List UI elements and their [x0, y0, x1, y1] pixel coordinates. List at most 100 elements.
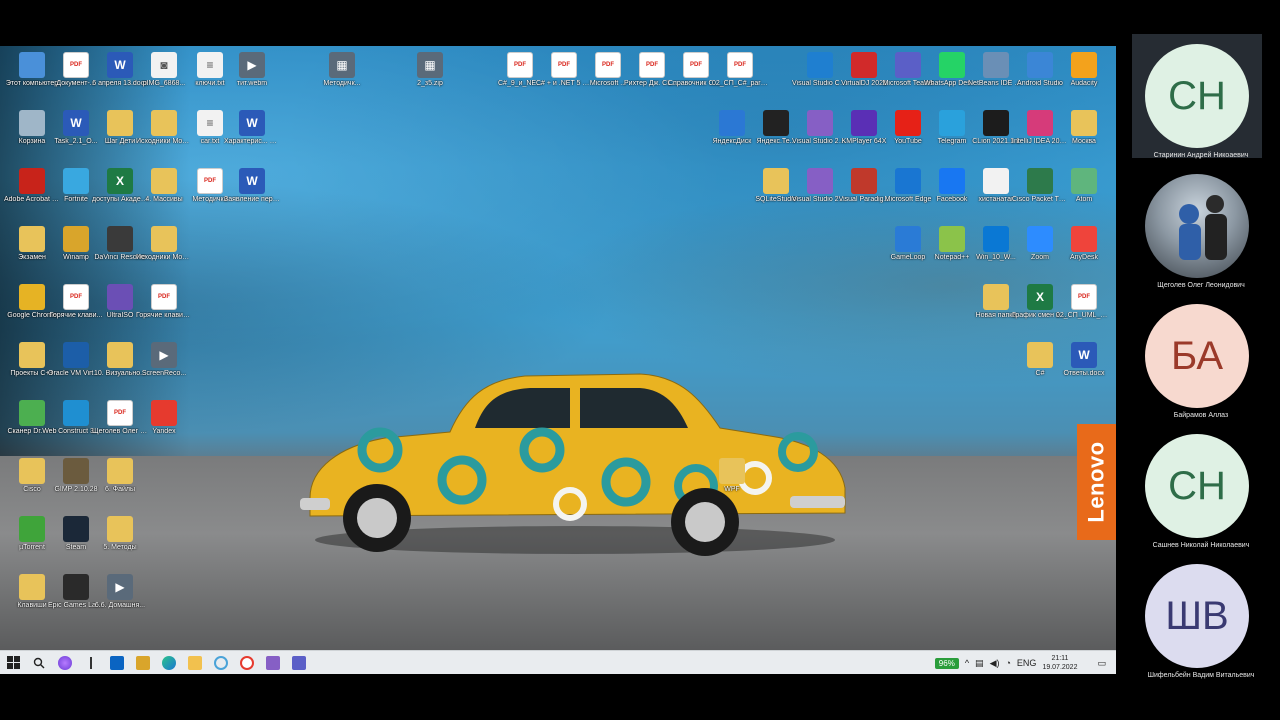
acrobat-icon [19, 168, 45, 194]
desktop-icon[interactable]: ▦ Методичк... [313, 48, 371, 106]
desktop-icon[interactable]: ▦ 2_з5.zip [401, 48, 459, 106]
folder-icon [19, 342, 45, 368]
desktop-icon-label: Yandex [152, 428, 176, 435]
vscode-icon [807, 52, 833, 78]
photo-icon: ◙ [151, 52, 177, 78]
outlook-icon[interactable] [104, 651, 130, 675]
participant-tile[interactable]: СН Сашнев Николай Николаевич [1132, 424, 1262, 549]
battery-indicator[interactable]: 96% [934, 657, 959, 669]
virtualdj-icon [851, 52, 877, 78]
word-icon: W [1071, 342, 1097, 368]
wallpaper-yellow-car [300, 373, 846, 556]
participant-name: Щеголев Олег Леонидович [1157, 282, 1245, 289]
desktop-icon[interactable]: 5. Методы [91, 512, 149, 570]
speaker-icon[interactable]: ◀) [990, 658, 1000, 669]
participant-tile[interactable]: БА Байрамов Аллаз [1132, 294, 1262, 419]
visual-studio-icon[interactable] [260, 651, 286, 675]
folder-icon [1027, 342, 1053, 368]
clock[interactable]: 21:11 19.07.2022 [1042, 654, 1077, 672]
zoom-icon [1027, 226, 1053, 252]
drweb-icon [19, 400, 45, 426]
intellij-icon [1027, 110, 1053, 136]
gimp-icon [63, 458, 89, 484]
desktop[interactable]: Lenovo Этот компьютер PDF Документ-... W 6 а… [0, 46, 1116, 650]
desktop-icon[interactable]: PDF 02_СП_UML_ОР_4... [1055, 280, 1113, 338]
participant-photo [1145, 174, 1249, 278]
clock-date: 19.07.2022 [1042, 664, 1078, 671]
desktop-icon[interactable]: WPF [703, 454, 761, 512]
desktop-icon[interactable]: ▶ тит.webm [223, 48, 281, 106]
word-icon: W [107, 52, 133, 78]
desktop-icon-label: 5. Методы [103, 544, 137, 551]
pdf-icon: PDF [639, 52, 665, 78]
desktop-icon[interactable]: ▶ ScreenReco... [135, 338, 193, 396]
search-icon[interactable] [26, 651, 52, 675]
pdf-icon: PDF [595, 52, 621, 78]
participant-initials: СН [1168, 73, 1226, 118]
desktop-icon[interactable]: ▶ 6.6. Домашня... [91, 570, 149, 628]
participant-avatar: СН [1145, 44, 1249, 148]
visual-studio-icon [807, 110, 833, 136]
netbeans-icon [983, 52, 1009, 78]
participant-name: Сашнев Николай Николаевич [1152, 542, 1250, 549]
video-icon: ▶ [107, 574, 133, 600]
video-icon: ▶ [239, 52, 265, 78]
network-icon[interactable]: ▤ [975, 658, 984, 669]
participant-tile[interactable]: ШВ Шифельбейн Вадим Витальевич [1132, 554, 1262, 679]
lenovo-logo: Lenovo [1077, 424, 1116, 540]
visual-paradigm-icon [851, 168, 877, 194]
teams-icon [895, 52, 921, 78]
refresh-icon[interactable] [208, 651, 234, 675]
desktop-icon[interactable]: Москва [1055, 106, 1113, 164]
construct-icon [63, 400, 89, 426]
participant-avatar: СН [1145, 434, 1249, 538]
archive-icon: ▦ [329, 52, 355, 78]
desktop-icon[interactable]: Audacity [1055, 48, 1113, 106]
alice-assistant-icon[interactable] [52, 651, 78, 675]
desktop-icon-label: Заявление периодиче... [224, 196, 281, 203]
kmplayer-icon [851, 110, 877, 136]
desktop-icon[interactable]: Yandex [135, 396, 193, 454]
folder-icon [151, 226, 177, 252]
desktop-icon[interactable]: AnyDesk [1055, 222, 1113, 280]
pdf-icon: PDF [197, 168, 223, 194]
chevron-up-icon[interactable]: ^ [965, 658, 969, 668]
desktop-icon[interactable]: W Ответы.docx [1055, 338, 1113, 396]
windows-icon [983, 226, 1009, 252]
excel-icon: X [1027, 284, 1053, 310]
participant-tile[interactable]: Щеголев Олег Леонидович [1132, 164, 1262, 289]
virtualbox-icon [63, 342, 89, 368]
computer-icon [19, 52, 45, 78]
desktop-icon[interactable]: W Заявление периодиче... [223, 164, 281, 222]
edge-icon[interactable] [156, 651, 182, 675]
file-explorer-icon[interactable] [182, 651, 208, 675]
desktop-icon[interactable]: W Характерис... Захаткин... [223, 106, 281, 164]
desktop-icon-label: Исходники Модуль 6 [136, 254, 193, 261]
taskview-icon[interactable] [78, 651, 104, 675]
language-indicator[interactable]: ENG [1017, 658, 1037, 668]
pdf-icon: PDF [683, 52, 709, 78]
notification-icon[interactable]: ▭ [1097, 658, 1106, 669]
desktop-icon[interactable]: Atom [1055, 164, 1113, 222]
yandex-disk-icon [719, 110, 745, 136]
yandex-browser-icon[interactable] [234, 651, 260, 675]
desktop-icon-label: тит.webm [236, 80, 268, 87]
windows-start-icon[interactable] [0, 651, 26, 675]
desktop-icon[interactable]: PDF 02_СП_C#_part1.pdf [711, 48, 769, 106]
system-tray: 96% ^ ▤ ◀) ◔ ENG 21:11 19.07.2022 ▭ [934, 651, 1106, 675]
winamp-icon[interactable] [130, 651, 156, 675]
desktop-icon-label: 02_СП_C#_part1.pdf [712, 80, 769, 87]
pdf-icon: PDF [151, 284, 177, 310]
participant-avatar: БА [1145, 304, 1249, 408]
desktop-icon-label: Методичк... [323, 80, 361, 87]
wifi-icon[interactable]: ◔ [1005, 658, 1010, 668]
pdf-icon: PDF [551, 52, 577, 78]
desktop-icon[interactable]: Исходники Модуль 6 [135, 222, 193, 280]
desktop-icon[interactable]: PDF Горячие клавиш... [135, 280, 193, 338]
teams-icon[interactable] [286, 651, 312, 675]
yandex-browser-icon [151, 400, 177, 426]
participant-name: Старинин Андрей Никоаевич [1153, 152, 1249, 159]
participant-tile[interactable]: СН Старинин Андрей Никоаевич [1132, 34, 1262, 159]
utorrent-icon [19, 516, 45, 542]
desktop-icon[interactable]: 6. Файлы [91, 454, 149, 512]
